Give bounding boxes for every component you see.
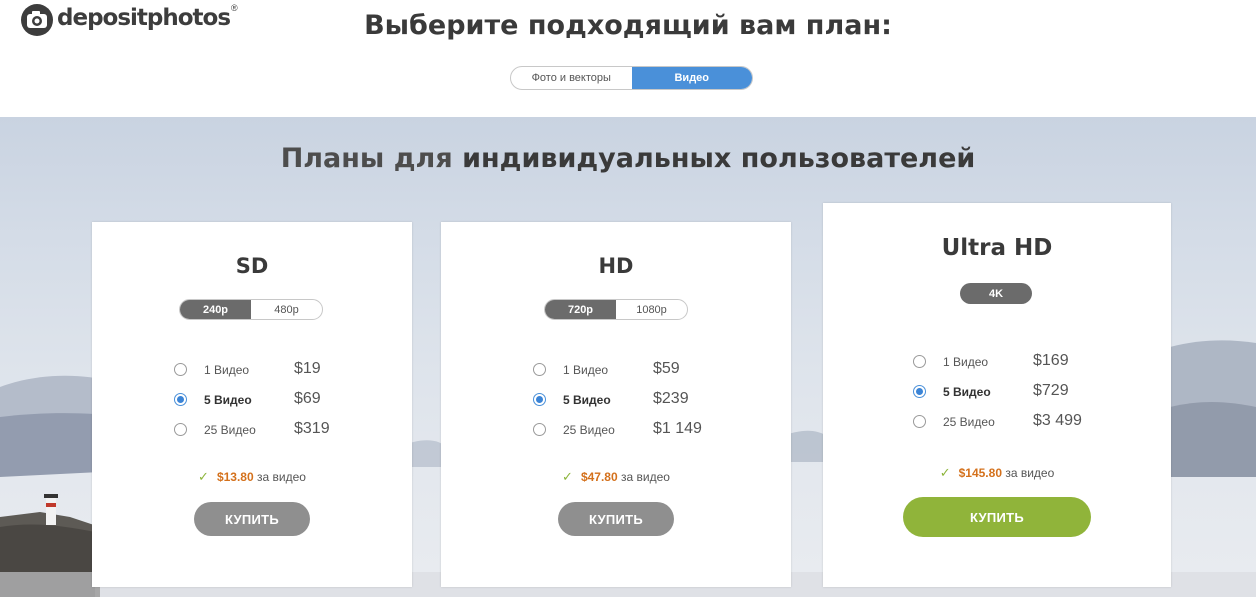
resolution-480p[interactable]: 480p	[251, 300, 322, 319]
resolution-720p[interactable]: 720p	[545, 300, 616, 319]
buy-button[interactable]: КУПИТЬ	[558, 502, 674, 536]
page-title: Выберите подходящий вам план:	[364, 10, 892, 41]
per-item-value: $13.80	[216, 470, 254, 484]
option-1-video[interactable]: 1 Видео $59	[533, 360, 733, 380]
option-5-video[interactable]: 5 Видео $239	[533, 390, 733, 410]
per-item-suffix: за видео	[1005, 466, 1055, 480]
radio-button[interactable]	[174, 423, 187, 436]
option-1-video[interactable]: 1 Видео $169	[913, 352, 1113, 372]
option-price: $3 499	[1033, 412, 1082, 429]
option-price: $1 149	[653, 420, 702, 437]
plan-name: Ultra HD	[941, 235, 1053, 261]
option-price: $729	[1033, 382, 1069, 399]
resolution-240p[interactable]: 240p	[180, 300, 251, 319]
checkmark-icon: ✓	[939, 465, 951, 480]
plan-name: SD	[235, 254, 269, 278]
price-per-item: ✓ $13.80 за видео	[92, 469, 412, 485]
radio-button[interactable]	[913, 355, 926, 368]
option-price: $319	[294, 420, 330, 437]
section-title: Планы для индивидуальных пользователей	[0, 143, 1256, 174]
buy-button[interactable]: КУПИТЬ	[903, 497, 1091, 537]
option-25-video[interactable]: 25 Видео $319	[174, 420, 374, 440]
option-label: 1 Видео	[943, 355, 989, 369]
option-label: 5 Видео	[563, 393, 611, 407]
content-type-toggle: Фото и векторы Видео	[510, 66, 753, 90]
per-item-suffix: за видео	[621, 470, 670, 484]
option-price: $169	[1033, 352, 1069, 369]
option-label: 1 Видео	[204, 363, 250, 377]
section-title-bold: индивидуальных пользователей	[462, 143, 976, 174]
price-per-item: ✓ $47.80 за видео	[441, 469, 791, 485]
resolution-1080p[interactable]: 1080p	[616, 300, 687, 319]
option-price: $239	[653, 390, 689, 407]
tab-photos-vectors[interactable]: Фото и векторы	[511, 67, 632, 89]
plan-card-sd: SD 240p 480p 1 Видео $19 5 Видео $69 25 …	[92, 222, 412, 587]
checkmark-icon: ✓	[562, 469, 573, 484]
radio-button[interactable]	[174, 393, 187, 406]
option-label: 5 Видео	[204, 393, 252, 407]
option-price: $19	[294, 360, 321, 377]
tab-video[interactable]: Видео	[631, 67, 752, 89]
plan-card-hd: HD 720p 1080p 1 Видео $59 5 Видео $239 2…	[441, 222, 791, 587]
section-title-light: Планы для	[280, 143, 463, 174]
resolution-4k[interactable]: 4K	[960, 283, 1032, 304]
option-label: 1 Видео	[563, 363, 609, 377]
option-label: 25 Видео	[943, 415, 995, 429]
per-item-suffix: за видео	[257, 470, 306, 484]
resolution-toggle: 720p 1080p	[544, 299, 688, 320]
option-label: 25 Видео	[563, 423, 615, 437]
radio-button[interactable]	[174, 363, 187, 376]
buy-button[interactable]: КУПИТЬ	[194, 502, 310, 536]
resolution-toggle: 240p 480p	[179, 299, 323, 320]
plan-name: HD	[598, 254, 634, 278]
checkmark-icon: ✓	[198, 469, 209, 484]
radio-button[interactable]	[913, 385, 926, 398]
radio-button[interactable]	[533, 393, 546, 406]
option-5-video[interactable]: 5 Видео $729	[913, 382, 1113, 402]
radio-button[interactable]	[533, 423, 546, 436]
plan-card-ultra-hd: Ultra HD 4K 1 Видео $169 5 Видео $729 25…	[823, 203, 1171, 587]
option-5-video[interactable]: 5 Видео $69	[174, 390, 374, 410]
radio-button[interactable]	[533, 363, 546, 376]
plans-section: Планы для индивидуальных пользователей S…	[0, 117, 1256, 597]
per-item-value: $47.80	[580, 470, 618, 484]
price-per-item: ✓ $145.80 за видео	[823, 465, 1171, 481]
option-25-video[interactable]: 25 Видео $1 149	[533, 420, 733, 440]
option-25-video[interactable]: 25 Видео $3 499	[913, 412, 1113, 432]
option-price: $59	[653, 360, 680, 377]
option-label: 25 Видео	[204, 423, 256, 437]
option-label: 5 Видео	[943, 385, 991, 399]
per-item-value: $145.80	[958, 466, 1002, 480]
top-bar: depositphotos ® Выберите подходящий вам …	[0, 0, 1256, 117]
option-1-video[interactable]: 1 Видео $19	[174, 360, 374, 380]
radio-button[interactable]	[913, 415, 926, 428]
option-price: $69	[294, 390, 321, 407]
